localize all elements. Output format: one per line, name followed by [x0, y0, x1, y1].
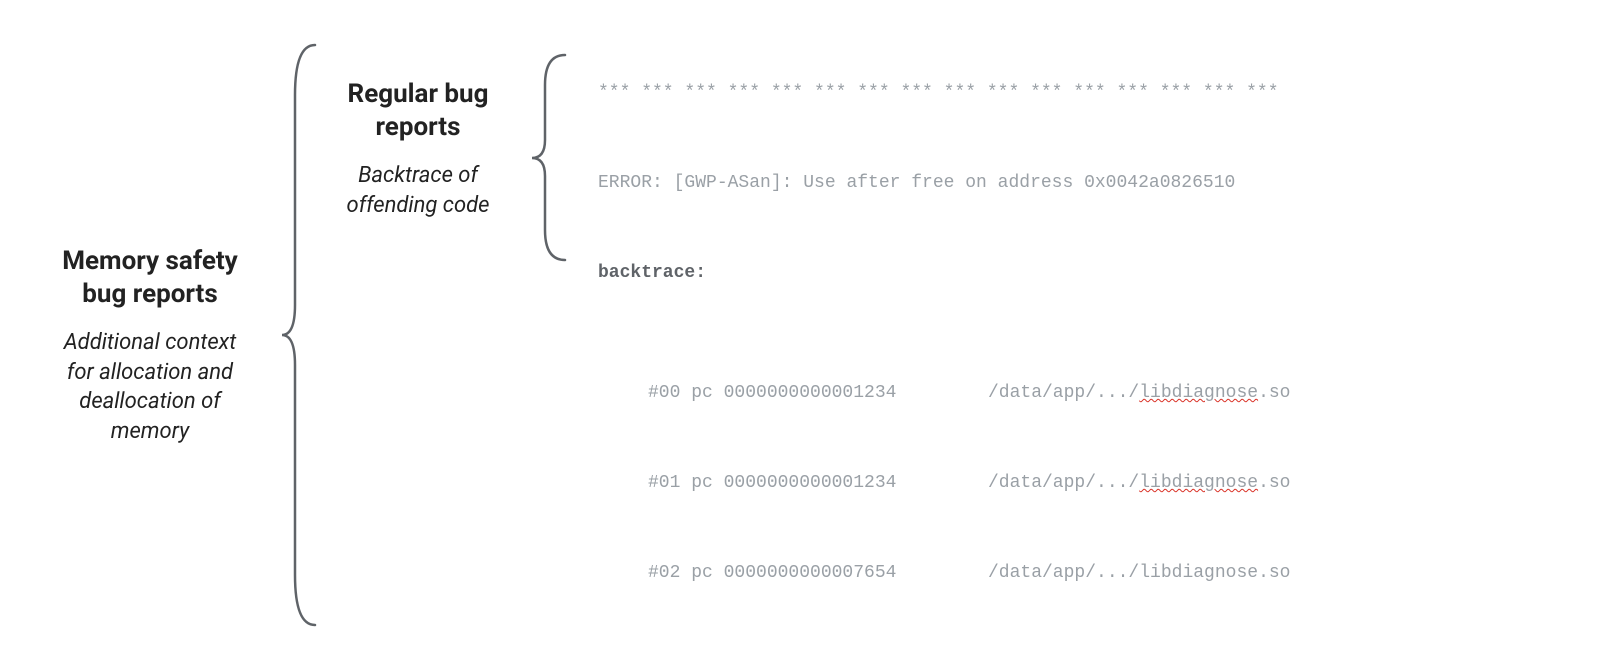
backtrace-row: #00 pc 0000000000001234/data/app/.../lib… [598, 378, 1598, 408]
backtrace-header: backtrace: [598, 258, 1598, 288]
outer-sub-l1: Additional context [64, 330, 237, 355]
outer-sub-l2: for allocation and [67, 360, 233, 385]
outer-title-l1: Memory safety [62, 246, 238, 276]
error-line: ERROR: [GWP-ASan]: Use after free on add… [598, 168, 1598, 198]
regular-bug-label: Regular bug reports Backtrace of offendi… [318, 78, 518, 220]
outer-sub-l4: memory [111, 419, 189, 444]
inner-title-l1: Regular bug [348, 79, 489, 109]
crash-log: *** *** *** *** *** *** *** *** *** *** … [598, 18, 1598, 651]
brace-inner-icon [530, 50, 570, 270]
backtrace-row: #01 pc 0000000000001234/data/app/.../lib… [598, 468, 1598, 498]
backtrace-row: #02 pc 0000000000007654/data/app/.../lib… [598, 558, 1598, 588]
brace-outer-icon [280, 40, 320, 630]
inner-sub-l2: offending code [347, 193, 490, 218]
outer-sub-l3: deallocation of [79, 389, 220, 414]
inner-sub-l1: Backtrace of [358, 163, 478, 188]
outer-title-l2: bug reports [82, 279, 217, 309]
memory-safety-label: Memory safety bug reports Additional con… [20, 245, 280, 447]
inner-title-l2: reports [376, 112, 461, 142]
separator-stars: *** *** *** *** *** *** *** *** *** *** … [598, 78, 1598, 108]
